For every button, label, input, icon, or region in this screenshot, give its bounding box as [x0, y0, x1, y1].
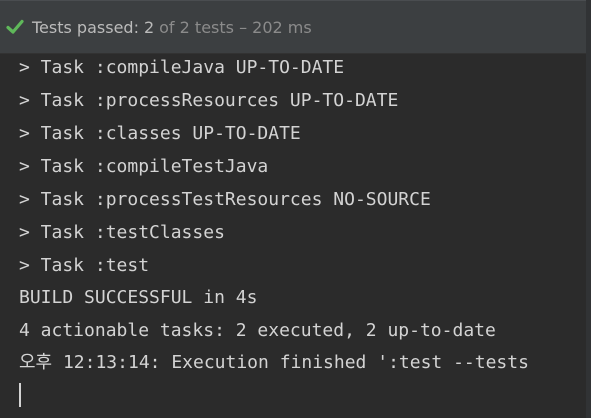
console-line: BUILD SUCCESSFUL in 4s: [19, 287, 258, 308]
console-line: > Task :processTestResources NO-SOURCE: [19, 189, 431, 210]
console-line: 4 actionable tasks: 2 executed, 2 up-to-…: [19, 320, 496, 341]
tests-passed-label: Tests passed:: [32, 17, 139, 37]
tests-summary: of 2 tests – 202 ms: [159, 17, 312, 37]
test-status-bar: Tests passed: 2 of 2 tests – 202 ms: [0, 0, 591, 54]
console-line: > Task :classes UP-TO-DATE: [19, 123, 301, 144]
console-line: > Task :compileTestJava: [19, 156, 269, 177]
console-line: > Task :compileJava UP-TO-DATE: [19, 57, 345, 78]
console-output[interactable]: > Task :compileJava UP-TO-DATE > Task :p…: [0, 54, 591, 418]
console-line: > Task :processResources UP-TO-DATE: [19, 90, 399, 111]
console-line: 오후 12:13:14: Execution finished ':test -…: [19, 352, 529, 373]
console-line: > Task :test: [19, 255, 150, 276]
tests-passed-count: 2: [143, 17, 155, 37]
text-caret: [19, 383, 21, 407]
console-line: > Task :testClasses: [19, 222, 225, 243]
run-tool-window: Tests passed: 2 of 2 tests – 202 ms > Ta…: [0, 0, 591, 418]
scrollbar-track[interactable]: [586, 0, 591, 418]
check-icon: [4, 16, 26, 38]
